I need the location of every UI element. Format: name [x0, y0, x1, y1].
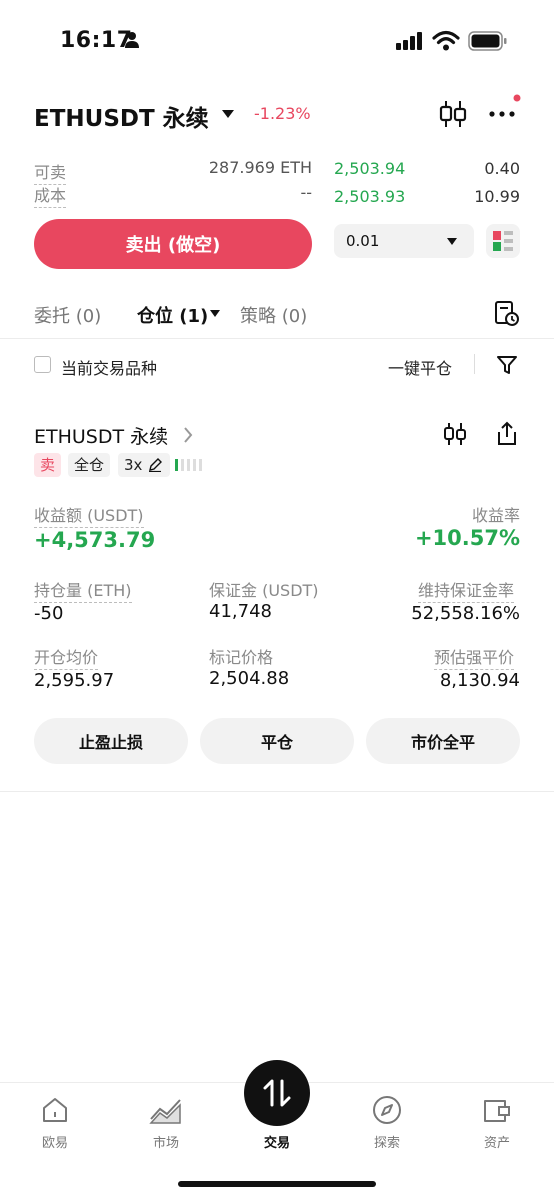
nav-trade-label[interactable]: 交易 [237, 1132, 317, 1151]
order-history-icon[interactable] [494, 300, 520, 328]
maint-margin-value: 52,558.16% [411, 603, 520, 624]
nav-explore[interactable]: 探索 [347, 1092, 427, 1152]
more-icon[interactable] [488, 92, 524, 128]
size-value: -50 [34, 603, 64, 624]
tpsl-button[interactable]: 止盈止损 [34, 718, 188, 764]
tab-orders[interactable]: 委托 (0) [34, 302, 101, 328]
nav-market-label: 市场 [152, 1136, 179, 1151]
maint-margin-label: 维持保证金率 [418, 577, 515, 603]
home-icon [43, 1098, 67, 1122]
tab-positions[interactable]: 仓位 (1) [137, 302, 208, 328]
entry-price-value: 2,595.97 [34, 670, 115, 691]
market-close-button[interactable]: 市价全平 [366, 718, 520, 764]
liq-price-value: 8,130.94 [439, 670, 520, 691]
wifi-icon [432, 30, 460, 51]
leverage-badge[interactable]: 3x [118, 453, 170, 477]
current-symbol-label: 当前交易品种 [61, 359, 158, 378]
orderbook-price[interactable]: 2,503.93 [334, 187, 405, 206]
side-badge: 卖 [34, 453, 62, 477]
roi-value: +10.57% [414, 526, 520, 550]
leverage-value: 3x [124, 456, 143, 474]
price-change: -1.23% [254, 104, 311, 123]
nav-home[interactable]: 欧易 [15, 1092, 95, 1152]
divider [0, 338, 554, 339]
position-symbol[interactable]: ETHUSDT 永续 [34, 422, 168, 449]
chevron-right-icon[interactable] [182, 426, 194, 444]
edit-icon [149, 458, 162, 472]
roi-label: 收益率 [471, 506, 520, 525]
symbol-title[interactable]: ETHUSDT 永续 [34, 99, 209, 133]
compass-icon [373, 1096, 401, 1124]
nav-assets[interactable]: 资产 [457, 1092, 537, 1152]
caret-down-icon [447, 238, 457, 245]
filter-icon[interactable] [496, 354, 518, 376]
orderbook-price[interactable]: 2,503.94 [334, 159, 405, 178]
mark-price-value: 2,504.88 [209, 668, 290, 689]
nav-assets-label: 资产 [483, 1136, 510, 1151]
cost-label: 成本 [34, 182, 67, 208]
close-all-button[interactable]: 一键平仓 [388, 355, 452, 379]
margin-label: 保证金 (USDT) [209, 581, 319, 600]
status-time: 16:17 [60, 28, 133, 53]
divider [0, 791, 554, 792]
person-icon [125, 32, 139, 48]
margin-value: 41,748 [209, 601, 272, 622]
signal-icon [396, 32, 422, 50]
available-value: 287.969 ETH [208, 158, 312, 177]
close-position-button[interactable]: 平仓 [200, 718, 354, 764]
liq-price-label: 预估强平价 [434, 644, 515, 670]
share-icon[interactable] [494, 420, 520, 448]
entry-price-label: 开仓均价 [34, 644, 99, 670]
precision-value: 0.01 [346, 232, 380, 250]
orderbook-qty: 10.99 [474, 187, 520, 206]
candlestick-icon[interactable] [442, 421, 468, 447]
orderbook-layout-button[interactable] [486, 224, 520, 258]
pnl-value: +4,573.79 [34, 528, 156, 552]
cost-value: -- [300, 183, 312, 202]
tab-strategies[interactable]: 策略 (0) [240, 302, 307, 328]
sell-button[interactable]: 卖出 (做空) [34, 219, 312, 269]
orderbook-layout-icon [493, 231, 513, 251]
nav-trade[interactable] [244, 1060, 310, 1126]
current-symbol-checkbox[interactable] [34, 356, 51, 373]
margin-mode-badge: 全仓 [68, 453, 111, 477]
market-chart-icon [149, 1099, 181, 1124]
precision-select[interactable]: 0.01 [334, 224, 474, 258]
pnl-label: 收益额 (USDT) [34, 502, 144, 528]
home-indicator [178, 1181, 376, 1187]
battery-icon [468, 31, 507, 51]
nav-home-label: 欧易 [41, 1136, 68, 1151]
candlestick-icon[interactable] [438, 99, 468, 129]
caret-down-icon[interactable] [220, 108, 236, 120]
nav-market[interactable]: 市场 [126, 1092, 206, 1152]
nav-explore-label: 探索 [373, 1136, 400, 1151]
wallet-icon [484, 1100, 510, 1122]
size-label: 持仓量 (ETH) [34, 577, 132, 603]
divider [474, 354, 475, 374]
adl-indicator-icon [175, 459, 202, 471]
caret-down-icon[interactable] [209, 309, 221, 318]
mark-price-label: 标记价格 [209, 648, 274, 667]
orderbook-qty: 0.40 [484, 159, 520, 178]
trade-swap-icon [263, 1079, 291, 1107]
